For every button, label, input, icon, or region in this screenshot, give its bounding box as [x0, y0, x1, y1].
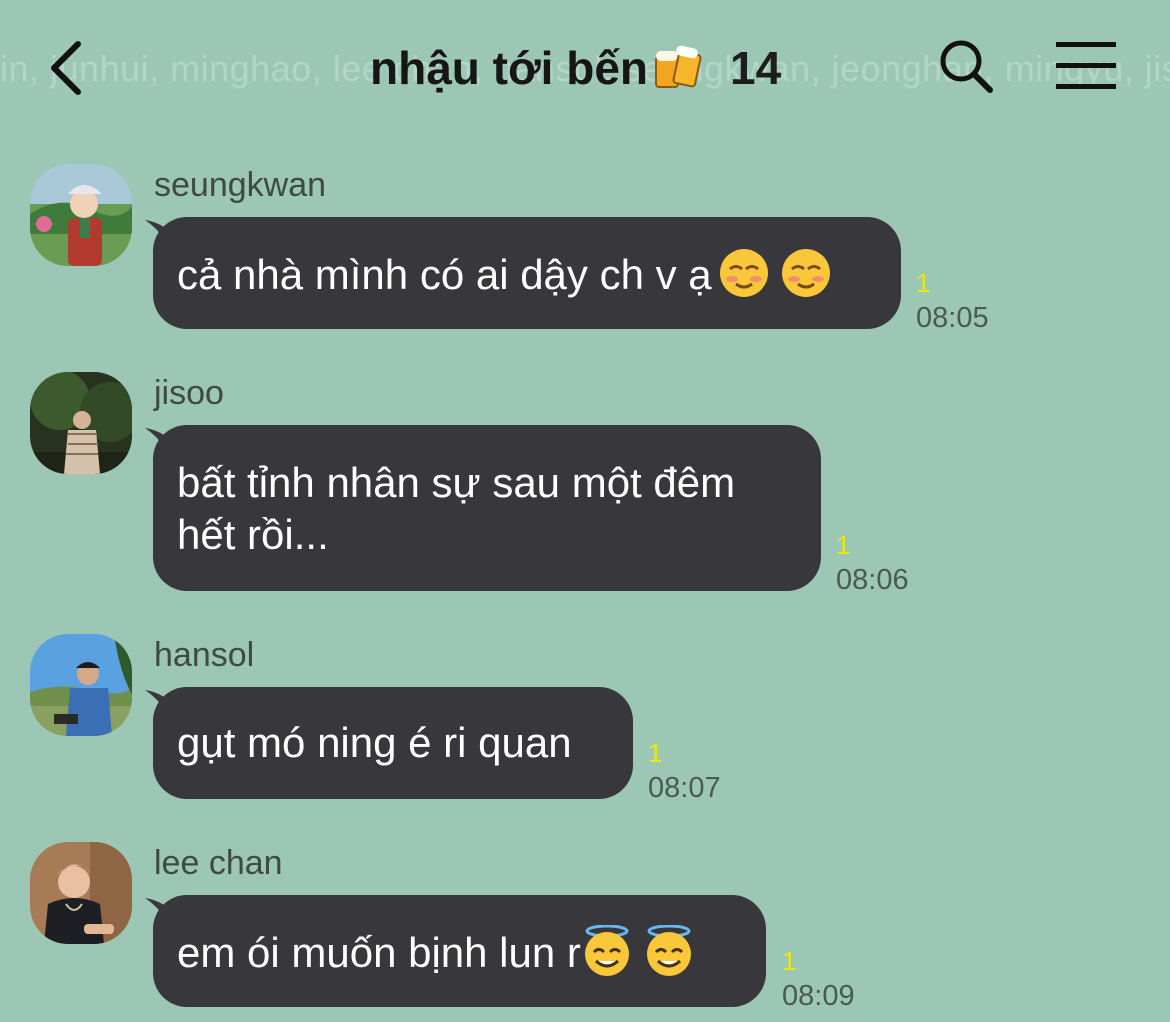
message-text: gụt mó ning é ri quan — [177, 719, 572, 766]
avatar[interactable] — [30, 842, 132, 944]
beer-mugs-icon — [655, 45, 702, 88]
avatar-photo — [30, 634, 132, 736]
message-bubble[interactable]: bất tỉnh nhân sự sau một đêm hết rồi... — [153, 425, 821, 591]
avatar[interactable] — [30, 372, 132, 474]
avatar[interactable] — [30, 634, 132, 736]
message-text: bất tỉnh nhân sự sau một đêm hết rồi... — [177, 459, 736, 558]
smiling-face-icon — [781, 249, 830, 297]
message-text: cả nhà mình có ai dậy ch v ạ — [177, 251, 712, 298]
chat-title: nhậu tới bến 14 — [370, 38, 781, 98]
sender-name: lee chan — [154, 844, 283, 882]
search-icon — [940, 40, 993, 93]
unread-count: 1 — [782, 946, 797, 976]
avatar-photo — [30, 164, 132, 266]
avatar-photo — [30, 372, 132, 474]
avatar[interactable] — [30, 164, 132, 266]
smiling-face-icon — [719, 249, 768, 297]
halo-face-icon — [646, 925, 691, 976]
chat-title-text: nhậu tới bến — [370, 42, 649, 94]
message-text: em ói muốn bịnh lun r — [177, 929, 581, 976]
message-time: 08:06 — [836, 564, 909, 596]
back-chevron-icon — [51, 41, 81, 95]
avatar-photo — [30, 842, 132, 944]
search-button[interactable] — [934, 34, 998, 98]
chat-header: in, junhui, minghao, lee chan, hansol, s… — [0, 0, 1170, 140]
message-bubble[interactable]: gụt mó ning é ri quan — [153, 687, 633, 799]
member-count: 14 — [730, 42, 782, 94]
menu-icon — [1056, 42, 1116, 89]
sender-name: hansol — [154, 636, 255, 674]
sender-name: jisoo — [154, 374, 224, 412]
menu-button[interactable] — [1052, 38, 1120, 94]
message-time: 08:05 — [916, 302, 989, 334]
message-time: 08:07 — [648, 772, 721, 804]
unread-count: 1 — [836, 530, 851, 560]
message-bubble[interactable]: em ói muốn bịnh lun r — [153, 895, 766, 1007]
halo-face-icon — [584, 925, 629, 976]
back-button[interactable] — [40, 36, 100, 100]
sender-name: seungkwan — [154, 166, 327, 204]
unread-count: 1 — [916, 268, 931, 298]
unread-count: 1 — [648, 738, 663, 768]
message-time: 08:09 — [782, 980, 855, 1012]
message-bubble[interactable]: cả nhà mình có ai dậy ch v ạ — [153, 217, 901, 329]
